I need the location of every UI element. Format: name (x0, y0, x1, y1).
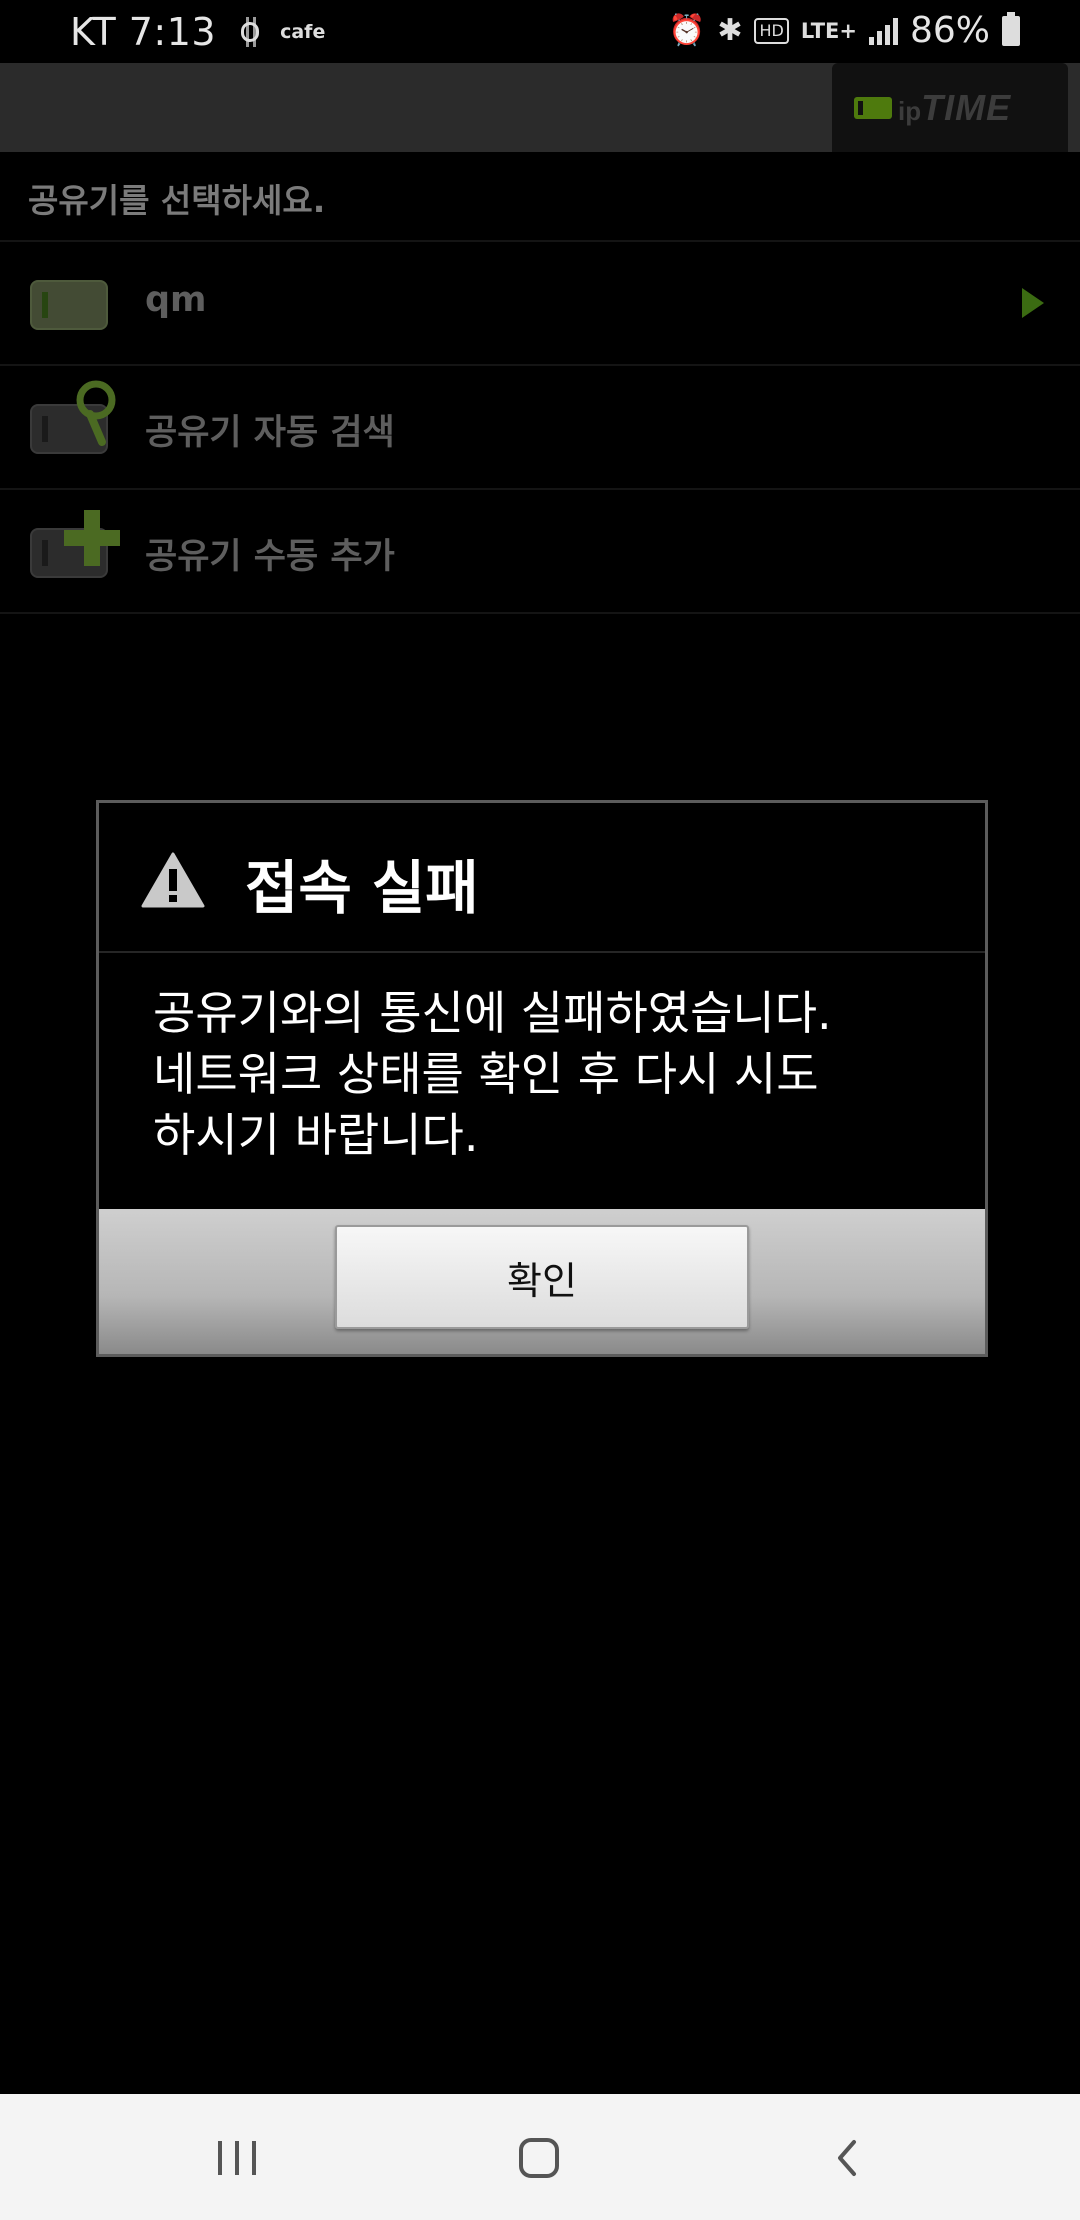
router-icon (30, 280, 108, 330)
dialog-header: 접속 실패 (99, 803, 985, 953)
iptime-logo: ip TIME (832, 63, 1068, 152)
alarm-icon: ⏰ (667, 13, 706, 48)
recent-apps-icon[interactable] (218, 2141, 256, 2175)
signal-icon (868, 17, 898, 45)
home-icon[interactable] (519, 2138, 559, 2178)
logo-time-text: TIME (921, 87, 1012, 128)
dialog-message-line: 네트워크 상태를 확인 후 다시 시도 (153, 1047, 819, 1101)
confirm-button[interactable]: 확인 (335, 1225, 749, 1329)
select-router-prompt: 공유기를 선택하세요. (28, 181, 326, 220)
system-nav-bar (0, 2094, 1080, 2220)
manual-add-router-item[interactable]: 공유기 수동 추가 (0, 490, 1080, 614)
bluetooth-icon: ✱ (717, 13, 743, 48)
battery-percent: 86% (909, 10, 990, 51)
router-item-qm[interactable]: qm (0, 242, 1080, 366)
list-header: 공유기를 선택하세요. (0, 152, 1080, 242)
dialog-message-line: 하시기 바랍니다. (153, 1108, 479, 1162)
play-arrow-icon (1022, 288, 1044, 318)
router-name: qm (145, 280, 207, 320)
network-type: LTE+ (800, 18, 857, 43)
dialog-title: 접속 실패 (245, 854, 479, 922)
plus-icon (64, 510, 120, 566)
logo-ip-text: ip (898, 95, 922, 126)
connection-failed-dialog: 접속 실패 공유기와의 통신에 실패하였습니다. 네트워크 상태를 확인 후 다… (96, 800, 988, 1357)
watch-icon (240, 17, 262, 47)
dialog-message-line: 공유기와의 통신에 실패하였습니다. (153, 986, 832, 1040)
hd-voice-icon: HD (754, 17, 789, 44)
logo-router-icon (854, 97, 892, 119)
warning-icon (141, 852, 205, 908)
magnifier-icon (76, 380, 116, 446)
dialog-message: 공유기와의 통신에 실패하였습니다. 네트워크 상태를 확인 후 다시 시도 하… (153, 983, 953, 1166)
battery-icon (1002, 11, 1020, 46)
status-bar: KT 7:13 cafe ⏰ ✱ HD LTE+ 86% (0, 0, 1080, 63)
cafe-notification-icon: cafe (280, 21, 326, 43)
app-header: ip TIME (0, 63, 1080, 152)
back-icon[interactable] (828, 2138, 868, 2178)
manual-add-label: 공유기 수동 추가 (145, 537, 395, 577)
auto-search-label: 공유기 자동 검색 (145, 413, 395, 453)
dialog-button-bar: 확인 (99, 1209, 985, 1354)
carrier-time: KT 7:13 (70, 10, 217, 54)
auto-search-router-item[interactable]: 공유기 자동 검색 (0, 366, 1080, 490)
